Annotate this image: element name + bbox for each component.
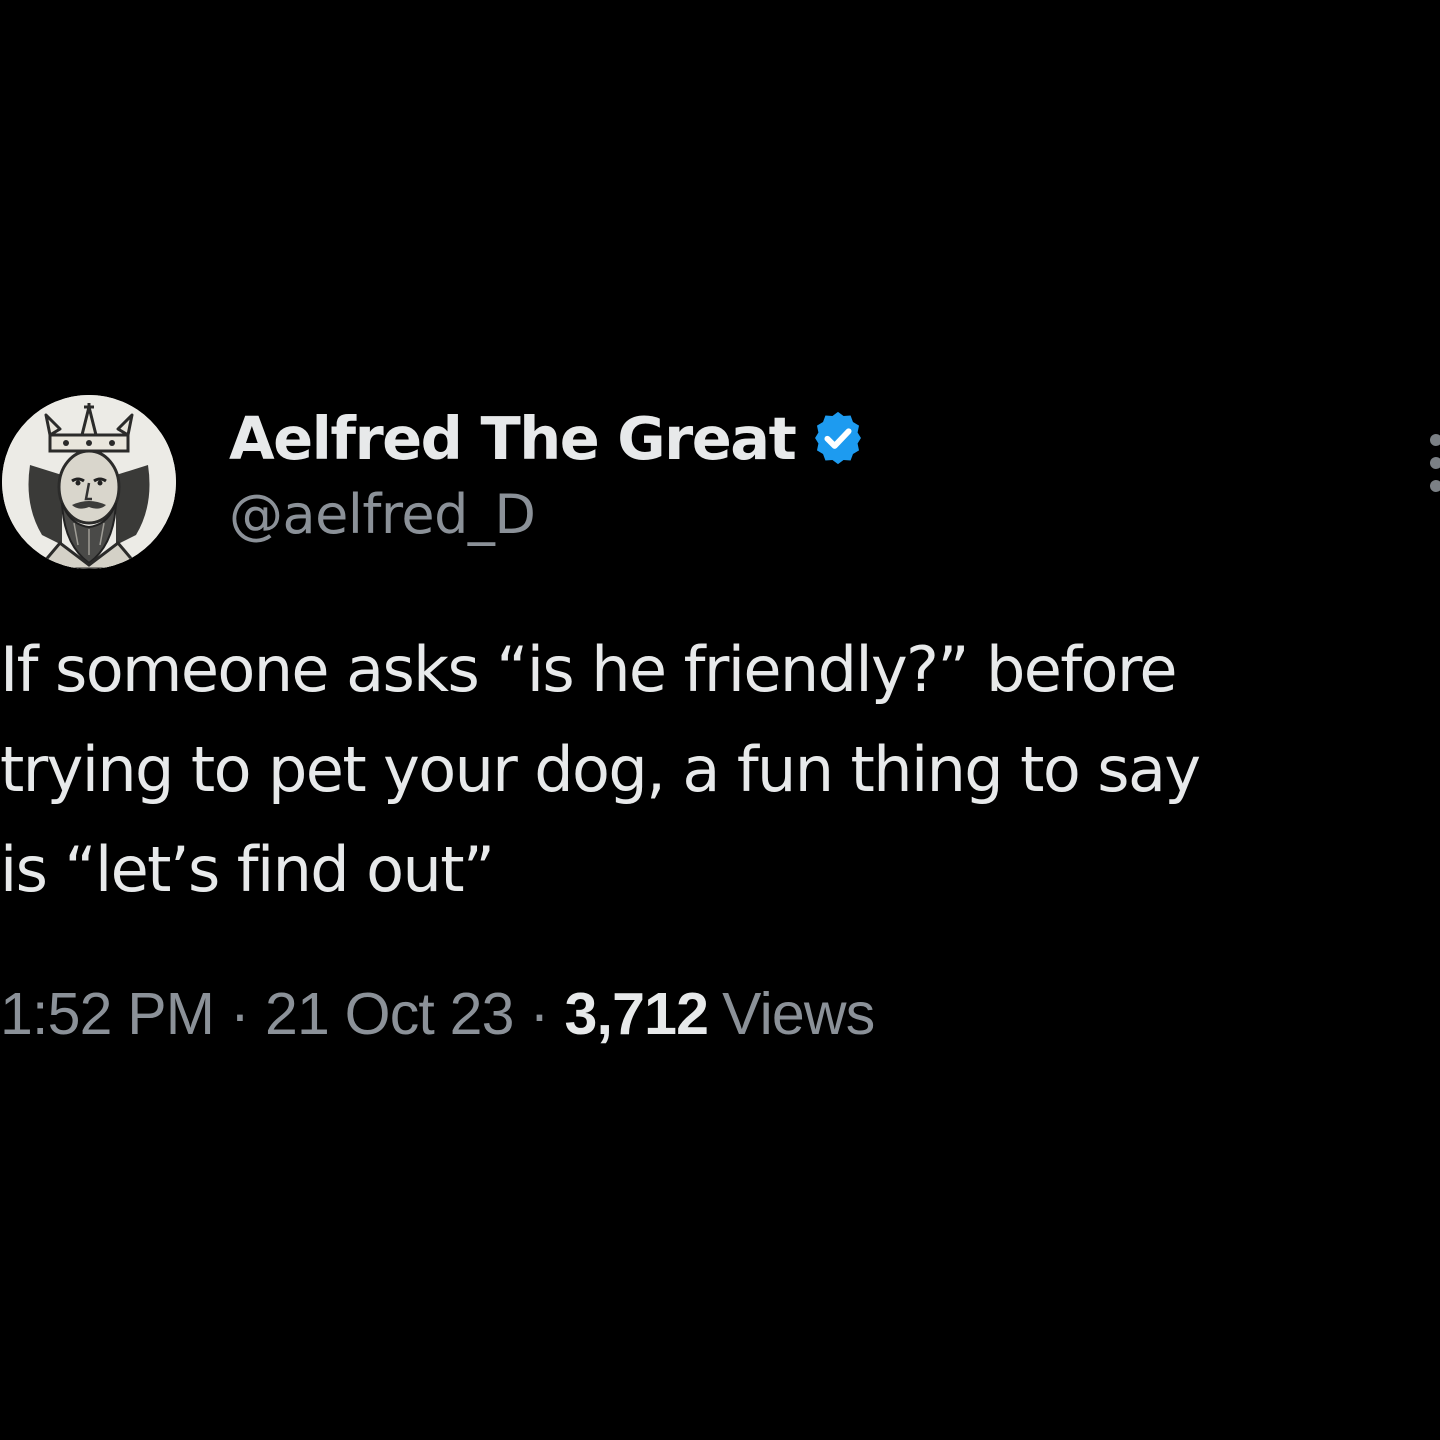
tweet-text-line: is “let’s find out” — [0, 833, 495, 906]
verified-badge-icon[interactable] — [809, 409, 867, 467]
meta-separator: · — [230, 981, 250, 1047]
author-display-name[interactable]: Aelfred The Great — [229, 404, 797, 473]
author-name-row: Aelfred The Great — [229, 402, 867, 474]
meta-separator: · — [529, 981, 550, 1047]
avatar[interactable] — [2, 395, 176, 569]
tweet-time[interactable]: 1:52 PM — [0, 980, 215, 1048]
more-options-icon[interactable] — [1424, 428, 1440, 498]
tweet-text-line: If someone asks “is he friendly?” before — [0, 633, 1178, 706]
tweet-date[interactable]: 21 Oct 23 — [265, 980, 514, 1048]
tweet-text-line: trying to pet your dog, a fun thing to s… — [0, 733, 1201, 806]
author-handle[interactable]: @aelfred_D — [229, 483, 536, 546]
views-label: Views — [722, 981, 875, 1047]
tweet-meta: 1:52 PM · 21 Oct 23 · 3,712 Views — [0, 978, 875, 1050]
tweet-screenshot: Aelfred The Great @aelfred_D If someone … — [0, 0, 1440, 1440]
tweet-text: If someone asks “is he friendly?” before… — [0, 620, 1440, 920]
views-count[interactable]: 3,712 — [564, 980, 708, 1048]
king-portrait-icon — [2, 395, 176, 569]
